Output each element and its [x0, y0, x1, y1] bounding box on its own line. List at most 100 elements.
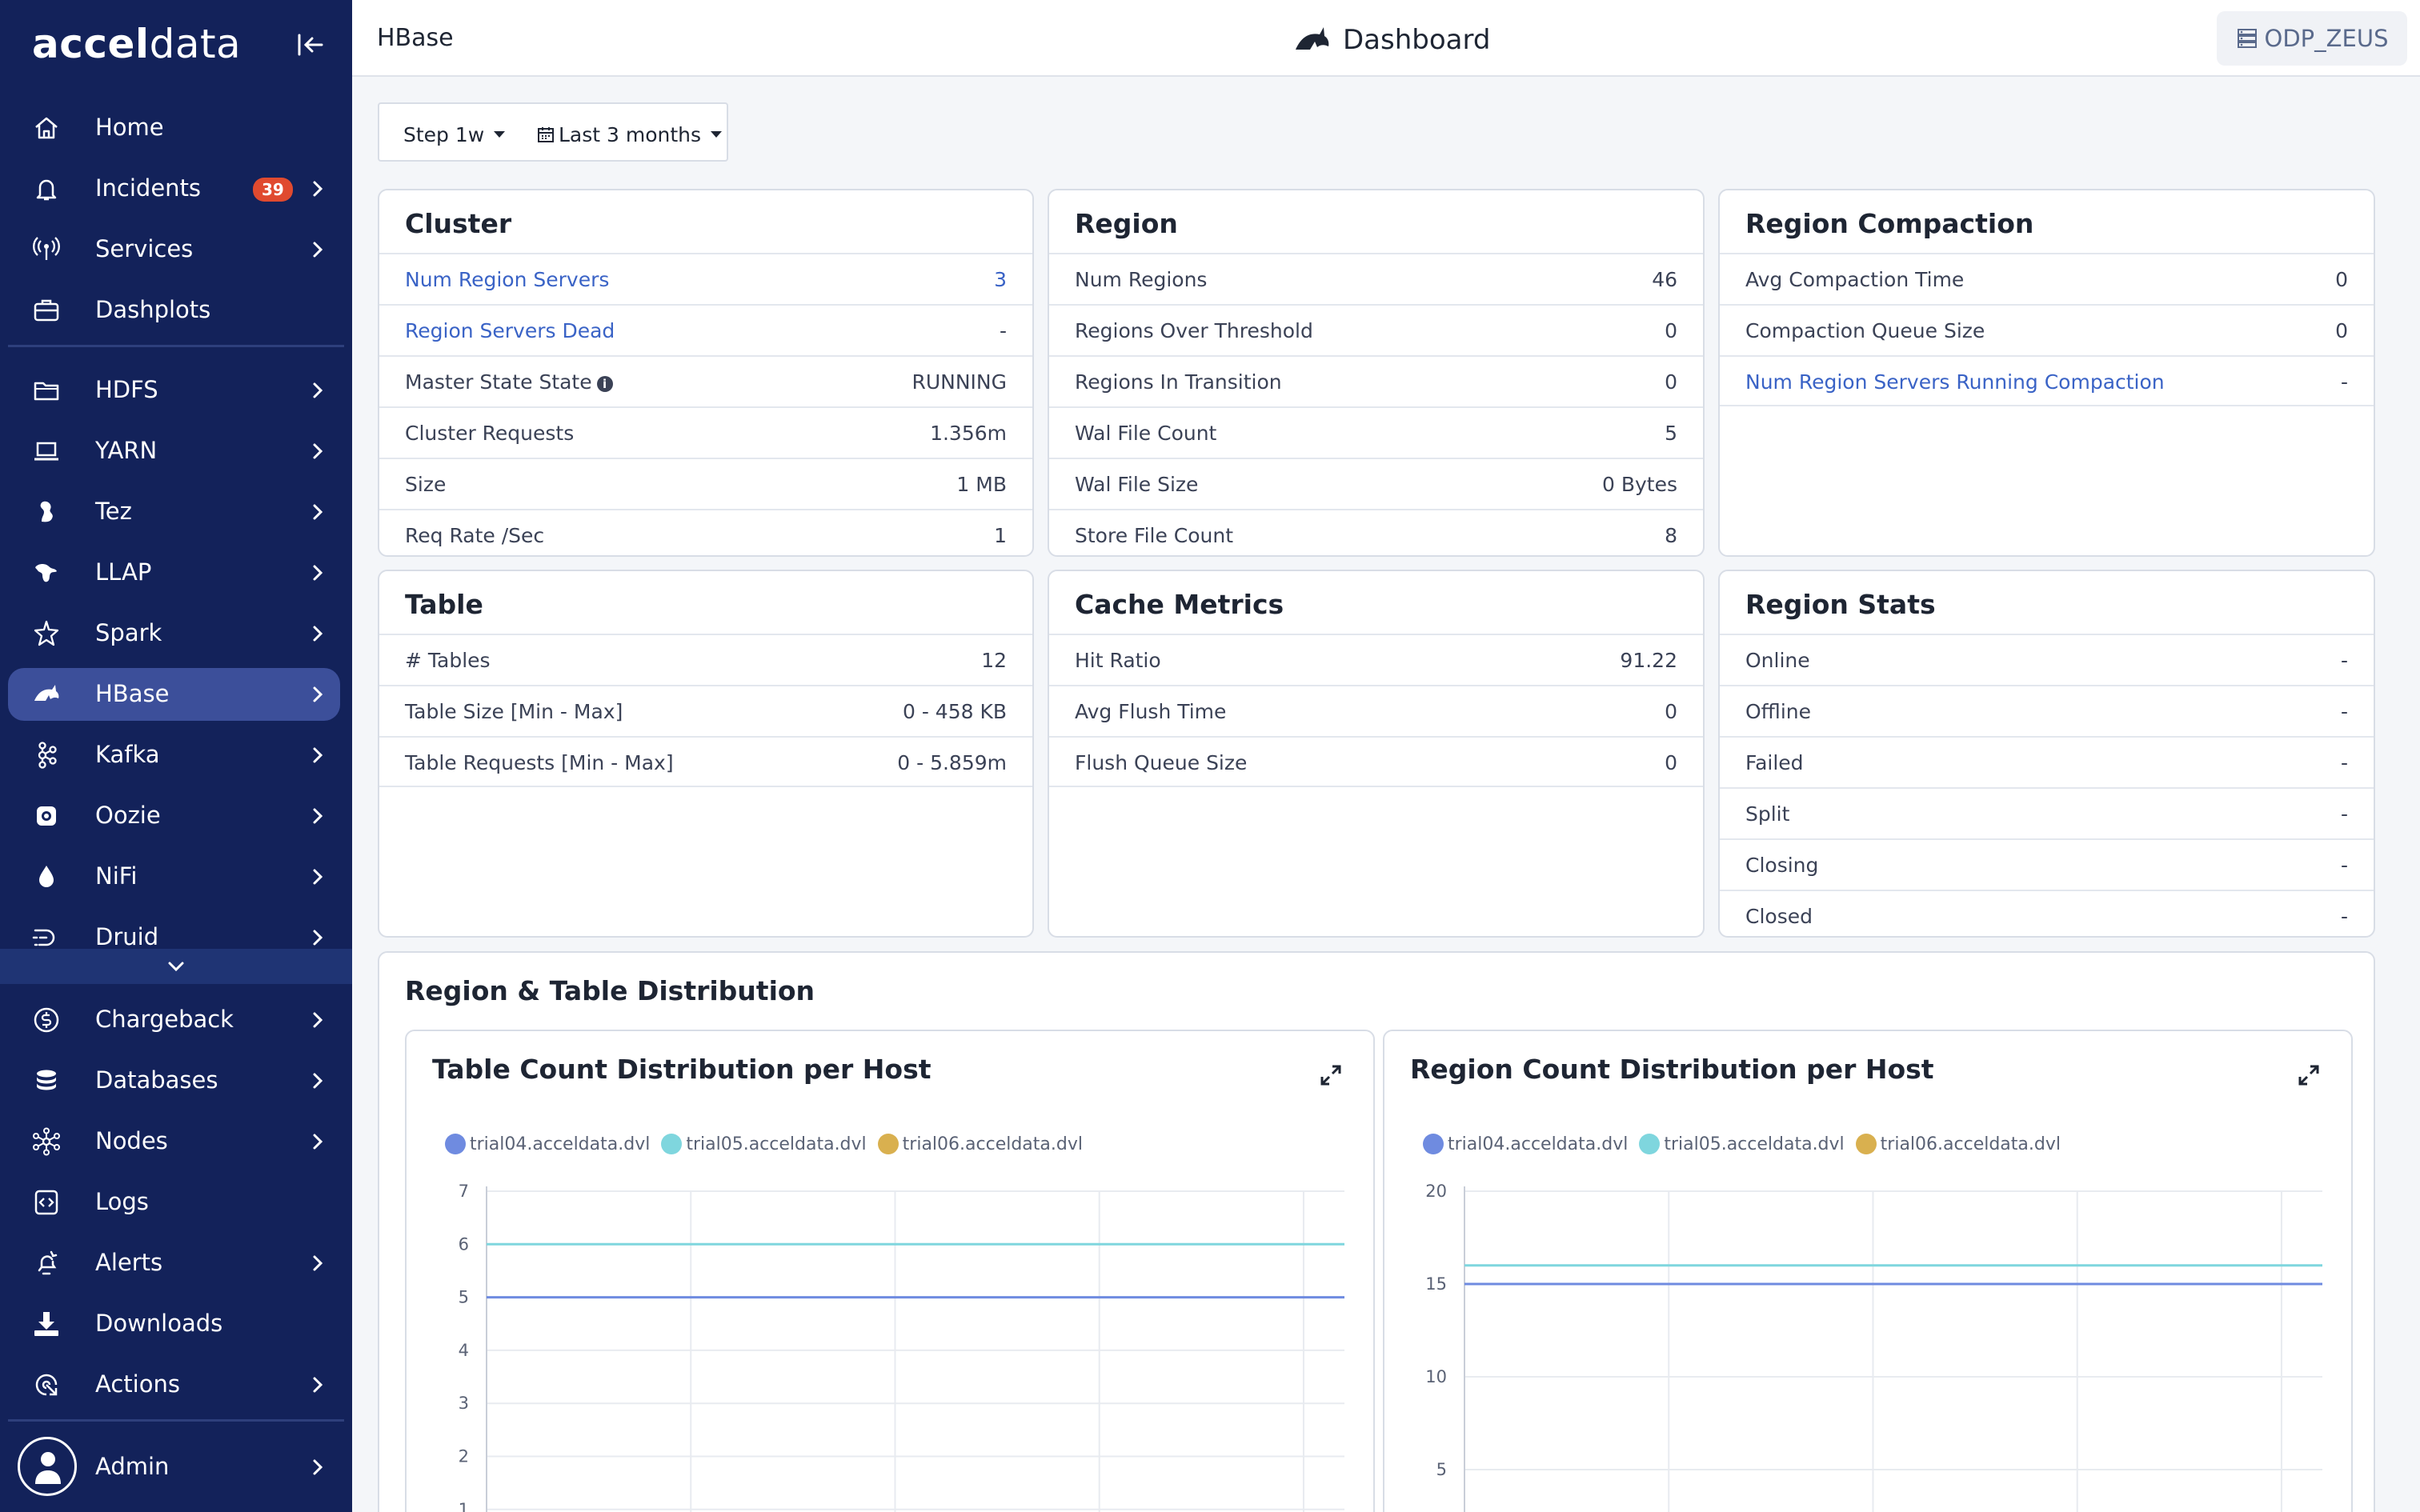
show-more-toggle[interactable]	[0, 949, 352, 984]
sidebar-item-llap[interactable]: LLAP	[8, 546, 340, 599]
metric-row: Store File Count 8	[1049, 509, 1703, 555]
broadcast-icon	[32, 235, 61, 264]
card-title: Region	[1075, 208, 1178, 239]
avatar[interactable]	[18, 1437, 77, 1496]
sidebar-item-downloads[interactable]: Downloads	[8, 1298, 340, 1350]
metric-label: Num Regions	[1075, 268, 1208, 291]
sidebar-item-spark[interactable]: Spark	[8, 607, 340, 660]
card-title: Cluster	[405, 208, 512, 239]
code-icon	[32, 1188, 61, 1217]
metric-label: Table Size [Min - Max]	[405, 700, 623, 723]
sidebar-item-label: LLAP	[95, 558, 152, 586]
metric-row: Split -	[1720, 787, 2374, 838]
chevron-right-icon	[307, 238, 329, 261]
time-range-dropdown[interactable]: Last 3 months	[536, 122, 723, 147]
caret-down-icon	[711, 131, 723, 138]
metric-label: Regions Over Threshold	[1075, 319, 1313, 342]
metric-row: Wal File Count 5	[1049, 406, 1703, 458]
y-tick-label: 5	[459, 1288, 469, 1307]
metric-row[interactable]: Num Region Servers 3	[379, 253, 1032, 304]
caret-down-icon	[494, 131, 506, 138]
sidebar-item-label: Tez	[95, 498, 132, 525]
y-tick-label: 3	[459, 1394, 469, 1413]
metric-row: Failed -	[1720, 736, 2374, 787]
chevron-right-icon	[307, 622, 329, 645]
sidebar-item-yarn[interactable]: YARN	[8, 425, 340, 478]
sidebar-item-logs[interactable]: Logs	[8, 1176, 340, 1229]
sidebar-item-actions[interactable]: Actions	[8, 1358, 340, 1411]
llap-icon	[32, 558, 61, 587]
kafka-icon	[32, 741, 61, 770]
metric-value: 0	[1665, 370, 1677, 394]
sidebar-item-label: Actions	[95, 1370, 180, 1398]
metric-value: -	[2340, 854, 2348, 877]
sidebar-item-nodes[interactable]: Nodes	[8, 1115, 340, 1168]
sidebar-item-services[interactable]: Services	[8, 223, 340, 276]
metric-label[interactable]: Num Region Servers Running Compaction	[1745, 370, 2165, 394]
metric-row: Avg Compaction Time 0	[1720, 253, 2374, 304]
metric-row: Avg Flush Time 0	[1049, 685, 1703, 736]
laptop-icon	[32, 437, 61, 466]
region-card: Region Num Regions 46 Regions Over Thresh…	[1048, 189, 1705, 557]
sidebar-item-chargeback[interactable]: Chargeback	[8, 994, 340, 1046]
metric-label: # Tables	[405, 649, 491, 672]
info-icon[interactable]: i	[596, 376, 613, 392]
metric-label: Flush Queue Size	[1075, 751, 1248, 774]
region-stats-card: Region Stats Online - Offline - Failed - Sp…	[1718, 570, 2375, 938]
sidebar-item-oozie[interactable]: Oozie	[8, 790, 340, 842]
metric-row: Online -	[1720, 634, 2374, 685]
user-icon	[35, 1452, 61, 1484]
sidebar-item-label: Downloads	[95, 1310, 223, 1337]
metric-row: Size 1 MB	[379, 458, 1032, 509]
chevron-right-icon	[307, 1070, 329, 1092]
step-dropdown[interactable]: Step 1w	[403, 122, 506, 147]
sidebar-item-label: NiFi	[95, 862, 138, 890]
tez-icon	[32, 498, 61, 526]
sidebar-item-label: Druid	[95, 923, 159, 950]
sidebar-item-incidents[interactable]: Incidents 39	[8, 162, 340, 215]
briefcase-icon	[32, 296, 61, 325]
metric-value: 5	[1665, 422, 1677, 445]
metric-value: 46	[1652, 268, 1677, 291]
metric-row[interactable]: Region Servers Dead -	[379, 304, 1032, 355]
chevron-right-icon	[307, 440, 329, 462]
cluster-selector[interactable]: ODP_ZEUS	[2217, 11, 2407, 66]
sidebar-item-label: Kafka	[95, 741, 160, 768]
page-title-group: Dashboard	[1293, 24, 1490, 56]
sidebar-item-dashplots[interactable]: Dashplots	[8, 284, 340, 337]
metric-label[interactable]: Num Region Servers	[405, 268, 609, 291]
metric-label: Failed	[1745, 751, 1804, 774]
sidebar-item-alerts[interactable]: Alerts	[8, 1237, 340, 1290]
metric-row: Offline -	[1720, 685, 2374, 736]
metric-row: Num Regions 46	[1049, 253, 1703, 304]
cluster-card: Cluster Num Region Servers 3 Region Serve…	[378, 189, 1034, 557]
metric-row: Wal File Size 0 Bytes	[1049, 458, 1703, 509]
sidebar-item-label: HDFS	[95, 376, 158, 403]
filter-toolbar: Step 1w Last 3 months	[378, 102, 728, 162]
card-rows: Avg Compaction Time 0 Compaction Queue Si…	[1720, 253, 2374, 406]
card-rows: Num Regions 46 Regions Over Threshold 0 Re…	[1049, 253, 1703, 555]
metric-value: 8	[1665, 524, 1677, 547]
sidebar-item-label: Oozie	[95, 802, 161, 829]
oozie-icon	[32, 802, 61, 830]
download-icon	[32, 1310, 61, 1338]
chevron-right-icon	[307, 805, 329, 827]
breadcrumb[interactable]: HBase	[377, 24, 454, 52]
metric-label[interactable]: Region Servers Dead	[405, 319, 615, 342]
metric-value: -	[2340, 751, 2348, 774]
chevron-right-icon	[307, 926, 329, 949]
sidebar-item-tez[interactable]: Tez	[8, 486, 340, 538]
sidebar-item-admin[interactable]: Admin	[88, 1441, 340, 1494]
sidebar-item-home[interactable]: Home	[8, 102, 340, 154]
sidebar-item-kafka[interactable]: Kafka	[8, 729, 340, 782]
brand-logo[interactable]: acceldata	[32, 21, 241, 67]
metric-row[interactable]: Num Region Servers Running Compaction -	[1720, 355, 2374, 406]
chevron-right-icon	[307, 1374, 329, 1396]
collapse-sidebar-icon[interactable]	[294, 29, 327, 61]
sidebar-item-databases[interactable]: Databases	[8, 1054, 340, 1107]
sidebar-item-nifi[interactable]: NiFi	[8, 850, 340, 903]
sidebar-item-hbase[interactable]: HBase	[8, 668, 340, 721]
metric-value[interactable]: 3	[994, 268, 1007, 291]
sidebar-item-hdfs[interactable]: HDFS	[8, 364, 340, 417]
card-rows: Num Region Servers 3 Region Servers Dead -…	[379, 253, 1032, 555]
